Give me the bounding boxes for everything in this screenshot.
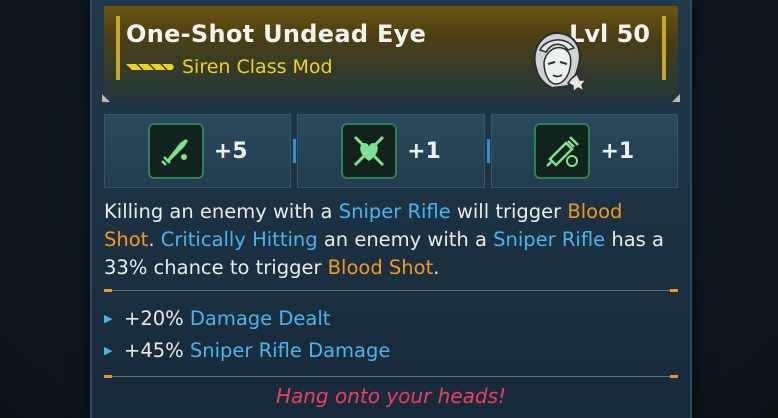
bonus-item: ▶ +20% Damage Dealt [104,302,678,334]
header-accent-right [662,16,666,80]
rarity-chevrons-icon [126,64,174,70]
stat-value-2: +1 [407,138,441,164]
bullet-arrow-icon: ▶ [104,343,113,357]
crossed-heart-icon [341,123,398,179]
section-divider [104,289,678,292]
stat-box-2: +1 [293,114,485,188]
desc-text: will trigger [450,200,568,223]
stat-box-1: +5 [104,114,292,188]
stat-separator [293,139,297,163]
stat-boxes: +5 +1 +1 [104,114,678,188]
divider-tick [670,375,678,378]
bonus-list: ▶ +20% Damage Dealt ▶ +45% Sniper Rifle … [104,302,678,366]
item-type: Siren Class Mod [182,56,333,78]
stat-box-3: +1 [486,114,678,188]
divider-tick [670,289,678,292]
section-divider [104,375,678,378]
stat-value-1: +5 [213,138,248,164]
flavor-text: Hang onto your heads! [275,384,507,408]
desc-text: Killing an enemy with a [104,200,339,223]
desc-keyword: Critically Hitting [160,228,318,251]
item-type-row: Siren Class Mod [126,56,333,78]
stat-value-3: +1 [600,138,635,164]
bullet-arrow-icon: ▶ [104,311,113,325]
divider-tick [104,289,112,292]
desc-text: . [148,228,161,251]
syringe-timer-icon [534,123,591,179]
bonus-value: +45% [124,338,190,362]
desc-keyword: Sniper Rifle [338,200,451,223]
bonus-value: +20% [124,306,190,330]
item-name: One-Shot Undead Eye [126,20,427,48]
bonus-label: Damage Dealt [189,306,331,330]
divider-tick [104,375,112,378]
bonus-label: Sniper Rifle Damage [189,338,391,362]
desc-keyword: Blood Shot [327,256,434,279]
sniper-projectile-icon [147,123,204,179]
item-header: One-Shot Undead Eye Lvl 50 Siren Class M… [104,6,678,104]
header-corner-left [102,94,110,102]
desc-text: . [433,256,440,279]
item-description: Killing an enemy with a Sniper Rifle wil… [104,198,678,282]
stat-separator [486,139,490,163]
header-corner-right [672,94,680,102]
item-card: One-Shot Undead Eye Lvl 50 Siren Class M… [90,0,692,418]
header-accent-left [116,16,120,80]
desc-keyword: Sniper Rifle [493,228,606,251]
siren-portrait-icon [533,31,588,94]
bonus-item: ▶ +45% Sniper Rifle Damage [104,334,678,366]
desc-text: an enemy with a [317,228,494,251]
